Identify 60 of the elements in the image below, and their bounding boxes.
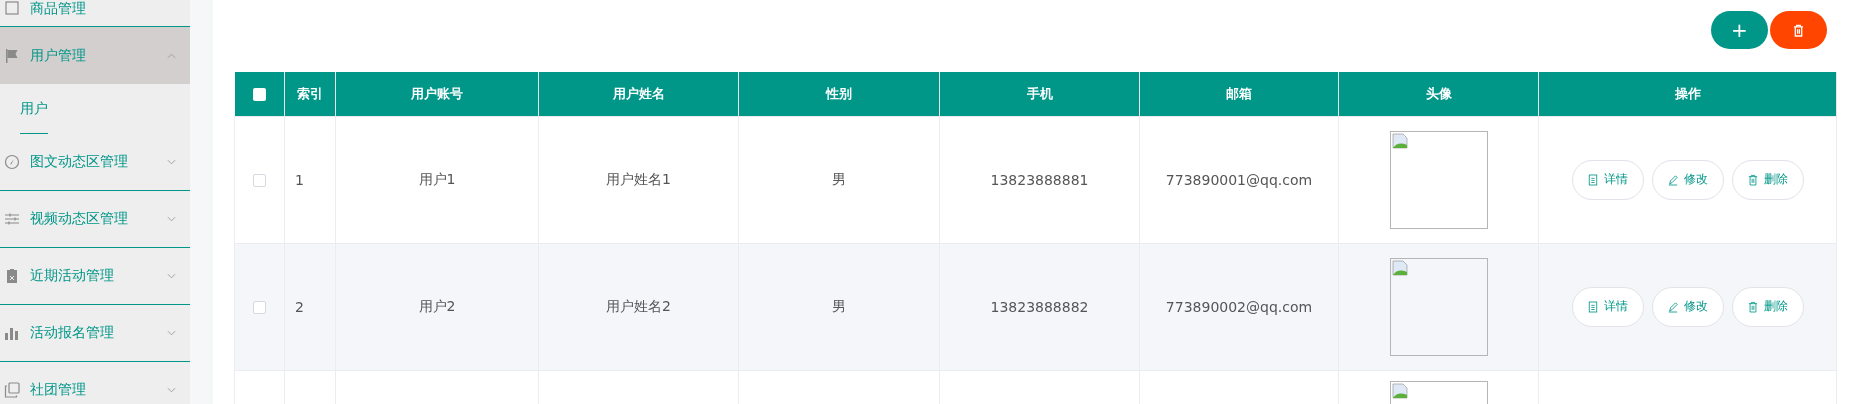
chevron-icon bbox=[167, 330, 176, 336]
copy-icon bbox=[4, 382, 20, 398]
column-header: 用户姓名 bbox=[538, 72, 739, 116]
edit-button[interactable]: 修改 bbox=[1651, 159, 1724, 200]
square-icon bbox=[4, 0, 20, 16]
table-cell: 13823888882 bbox=[990, 298, 1089, 315]
select-all-checkbox[interactable] bbox=[252, 88, 266, 102]
column-header: 性别 bbox=[738, 72, 940, 116]
chevron-icon bbox=[167, 159, 176, 165]
column-header: 用户账号 bbox=[335, 72, 539, 116]
column-header: 手机 bbox=[939, 72, 1140, 116]
table-cell: 13823888881 bbox=[990, 171, 1089, 188]
chevron-icon bbox=[167, 387, 176, 393]
table-cell: 男 bbox=[832, 297, 846, 314]
row-checkbox[interactable] bbox=[253, 301, 266, 314]
add-button[interactable]: + bbox=[1711, 11, 1768, 49]
menu-label: 用户管理 bbox=[30, 46, 87, 65]
chevron-icon bbox=[167, 52, 176, 59]
column-header: 头像 bbox=[1338, 72, 1539, 116]
column-header: 操作 bbox=[1538, 72, 1837, 116]
trash-icon bbox=[1747, 300, 1758, 313]
pencil-icon bbox=[1667, 300, 1678, 313]
clipboard-icon bbox=[4, 268, 20, 284]
column-header: 邮箱 bbox=[1139, 72, 1339, 116]
column-header: 索引 bbox=[284, 72, 336, 116]
sliders-icon bbox=[4, 211, 20, 227]
flag-icon bbox=[4, 47, 20, 64]
menu-label: 视频动态区管理 bbox=[30, 210, 129, 228]
menu-label: 社团管理 bbox=[30, 381, 87, 399]
delete-button[interactable] bbox=[1770, 11, 1827, 49]
compass-icon bbox=[4, 154, 20, 170]
edit-button[interactable]: 修改 bbox=[1651, 286, 1724, 327]
document-icon bbox=[1587, 173, 1598, 186]
table-cell: 男 bbox=[832, 170, 846, 187]
row-checkbox[interactable] bbox=[253, 174, 266, 187]
table-cell: 用户姓名2 bbox=[606, 297, 671, 314]
table-cell: 773890002@qq.com bbox=[1165, 298, 1313, 315]
document-icon bbox=[1587, 300, 1598, 313]
menu-label: 商品管理 bbox=[30, 0, 87, 18]
delete-button[interactable]: 删除 bbox=[1731, 159, 1804, 200]
details-button[interactable]: 详情 bbox=[1571, 159, 1644, 200]
table-cell: 用户2 bbox=[418, 297, 456, 314]
sidebar-item[interactable]: 用户管理 bbox=[0, 27, 190, 84]
table-cell: 2 bbox=[295, 298, 304, 315]
trash-icon bbox=[1793, 23, 1804, 37]
delete-button[interactable]: 删除 bbox=[1731, 286, 1804, 327]
bar-chart-icon bbox=[4, 325, 20, 341]
trash-icon bbox=[1747, 173, 1758, 186]
menu-label: 图文动态区管理 bbox=[30, 153, 129, 171]
table-cell: 用户姓名1 bbox=[606, 170, 671, 187]
submenu-item[interactable]: 用户 bbox=[20, 84, 48, 134]
table-cell: 用户1 bbox=[418, 170, 456, 187]
menu-label: 活动报名管理 bbox=[30, 324, 115, 342]
chevron-icon bbox=[167, 273, 176, 279]
menu-label: 近期活动管理 bbox=[30, 267, 115, 285]
table-cell: 773890001@qq.com bbox=[1165, 171, 1313, 188]
table-cell: 1 bbox=[295, 171, 304, 188]
chevron-icon bbox=[167, 216, 176, 222]
details-button[interactable]: 详情 bbox=[1571, 286, 1644, 327]
pencil-icon bbox=[1667, 173, 1678, 186]
